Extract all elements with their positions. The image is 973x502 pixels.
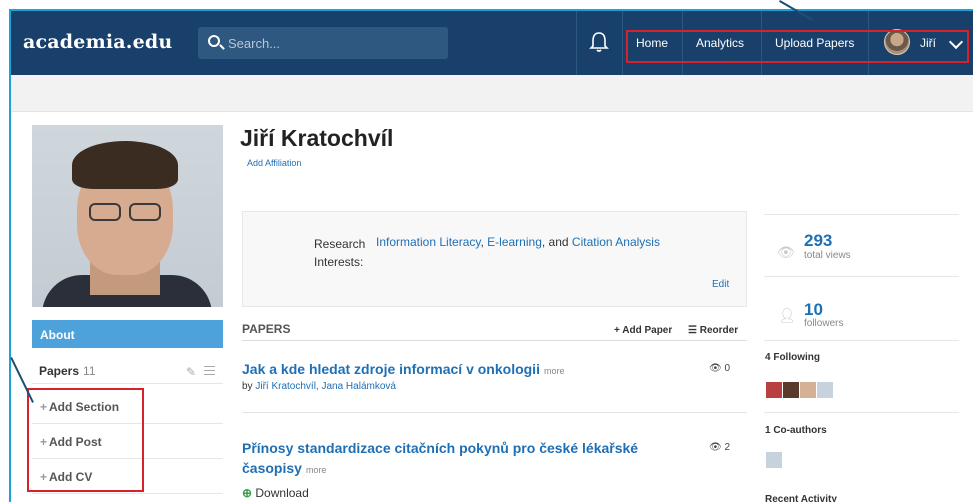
add-post-label: Add Post — [49, 435, 102, 449]
user-avatar[interactable] — [884, 29, 910, 55]
following-avatar[interactable] — [783, 382, 799, 398]
menu-about[interactable]: About — [32, 320, 223, 348]
papers-count: 11 — [83, 364, 96, 378]
add-cv-button[interactable]: + Add CV — [32, 459, 223, 494]
more-link[interactable]: more — [544, 366, 565, 376]
research-interests-label: Research Interests: — [314, 237, 366, 269]
add-cv-label: Add CV — [49, 470, 93, 484]
following-avatar[interactable] — [766, 382, 782, 398]
divider — [242, 412, 747, 413]
paper-title-link[interactable]: Přínosy standardizace citačních pokynů p… — [242, 438, 638, 480]
plus-icon: + — [40, 400, 48, 414]
menu-papers[interactable]: Papers 11 ✎ — [32, 354, 223, 384]
profile-photo[interactable] — [32, 125, 223, 307]
reorder-button[interactable]: ☰ Reorder — [688, 325, 738, 336]
profile-name: Jiří Kratochvíl — [240, 125, 394, 151]
view-count: 👁︎ 2 — [709, 442, 731, 453]
divider — [242, 340, 747, 341]
download-icon: ⊕ — [242, 486, 256, 500]
edit-interests-link[interactable]: Edit — [712, 279, 729, 290]
total-views-number: 293 — [804, 231, 833, 250]
research-interests-box: Research Interests: Information Literacy… — [242, 211, 747, 307]
recent-activity-heading: Recent Activity — [765, 494, 837, 502]
nav-divider — [761, 11, 762, 75]
nav-divider — [868, 11, 869, 75]
paper-title-link[interactable]: Jak a kde hledat zdroje informací v onko… — [242, 359, 564, 381]
add-paper-button[interactable]: + Add Paper — [614, 325, 672, 336]
list-icon: ☰ — [688, 325, 700, 336]
nav-upload-papers[interactable]: Upload Papers — [775, 36, 854, 50]
following-avatar[interactable] — [800, 382, 816, 398]
chevron-down-icon[interactable] — [948, 34, 964, 50]
pencil-icon[interactable]: ✎ — [186, 365, 196, 379]
divider — [764, 276, 959, 277]
search-box[interactable] — [198, 27, 448, 59]
nav-divider — [682, 11, 683, 75]
add-section-label: Add Section — [49, 400, 120, 414]
plus-icon: + — [614, 325, 623, 336]
coauthor-avatar[interactable] — [766, 452, 782, 468]
paper-authors: by Jiří Kratochvíl, Jana Halámková — [242, 381, 396, 392]
coauthors-heading[interactable]: 1 Co-authors — [765, 425, 827, 436]
search-input[interactable] — [228, 27, 438, 59]
user-name[interactable]: Jiří — [920, 36, 936, 50]
callout-pointer — [10, 357, 34, 403]
eye-icon: 👁︎ — [777, 244, 795, 260]
divider — [764, 214, 959, 215]
following-avatar[interactable] — [817, 382, 833, 398]
papers-label: Papers — [39, 364, 80, 378]
view-count: 👁︎ 0 — [709, 363, 731, 374]
divider — [764, 412, 959, 413]
add-affiliation-link[interactable]: Add Affiliation — [247, 158, 301, 168]
papers-header: PAPERS — [242, 322, 291, 336]
nav-home[interactable]: Home — [636, 36, 668, 50]
bell-icon[interactable] — [589, 31, 609, 53]
menu-lines-icon[interactable] — [204, 366, 215, 375]
followers-number[interactable]: 10 — [804, 300, 823, 320]
download-link[interactable]: ⊕ Download — [242, 486, 309, 500]
total-views-label: total views — [804, 250, 851, 261]
person-icon: 👤︎ — [778, 307, 796, 323]
sub-toolbar — [11, 75, 973, 112]
eye-icon: 👁︎ — [709, 442, 725, 453]
nav-divider — [622, 11, 623, 75]
interest-link[interactable]: Information Literacy — [376, 235, 481, 249]
search-icon — [208, 35, 220, 47]
top-navbar: academia.edu Home Analytics Upload Paper… — [11, 11, 973, 75]
followers-label[interactable]: followers — [804, 318, 843, 329]
plus-icon: + — [40, 470, 48, 484]
nav-analytics[interactable]: Analytics — [696, 36, 744, 50]
following-heading[interactable]: 4 Following — [765, 352, 820, 363]
author-links[interactable]: Jiří Kratochvíl, Jana Halámková — [255, 381, 396, 392]
add-post-button[interactable]: + Add Post — [32, 424, 223, 459]
research-interests-list: Information Literacy, E-learning, and Ci… — [376, 235, 660, 249]
interest-link[interactable]: Citation Analysis — [572, 235, 660, 249]
plus-icon: + — [40, 435, 48, 449]
add-section-button[interactable]: + Add Section — [32, 389, 223, 424]
interest-link[interactable]: E-learning — [487, 235, 542, 249]
academia-logo[interactable]: academia.edu — [23, 31, 172, 53]
more-link[interactable]: more — [306, 465, 327, 475]
eye-icon: 👁︎ — [709, 363, 725, 374]
divider — [764, 340, 959, 341]
nav-divider — [576, 11, 577, 75]
